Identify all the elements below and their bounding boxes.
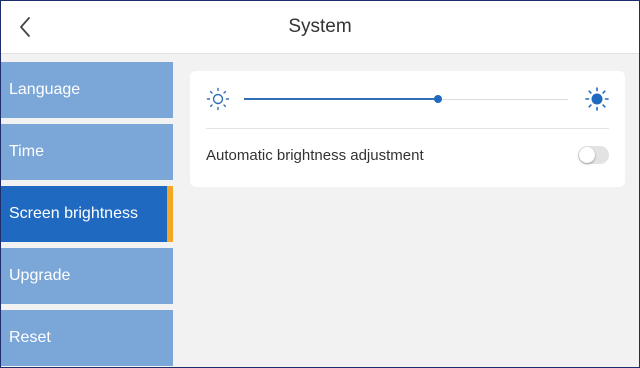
auto-brightness-label: Automatic brightness adjustment [206,147,424,164]
active-indicator [167,186,173,242]
sidebar: Language Time Screen brightness Upgrade … [1,62,173,367]
top-bar: System [1,1,639,54]
slider-thumb[interactable] [434,95,443,103]
sidebar-item-language[interactable]: Language [1,62,173,118]
sun-filled-icon [585,87,609,111]
slider-fill [244,98,439,100]
sidebar-item-time[interactable]: Time [1,124,173,180]
app-window: System Language Time Screen brightness U… [0,0,640,368]
brightness-slider[interactable] [244,95,568,103]
sidebar-item-label: Screen brightness [9,205,138,222]
sidebar-item-screen-brightness[interactable]: Screen brightness [1,186,173,242]
toggle-knob [579,147,595,163]
sidebar-item-label: Language [9,81,81,98]
sidebar-item-label: Reset [9,329,51,346]
sidebar-item-upgrade[interactable]: Upgrade [1,248,173,304]
brightness-card: Automatic brightness adjustment [190,71,625,187]
divider [206,128,609,129]
sun-outline-icon [206,87,230,111]
page-title: System [288,16,352,37]
sidebar-item-reset[interactable]: Reset [1,310,173,366]
auto-brightness-toggle[interactable] [578,146,609,164]
sidebar-item-label: Time [9,143,44,160]
sidebar-item-label: Upgrade [9,267,71,284]
